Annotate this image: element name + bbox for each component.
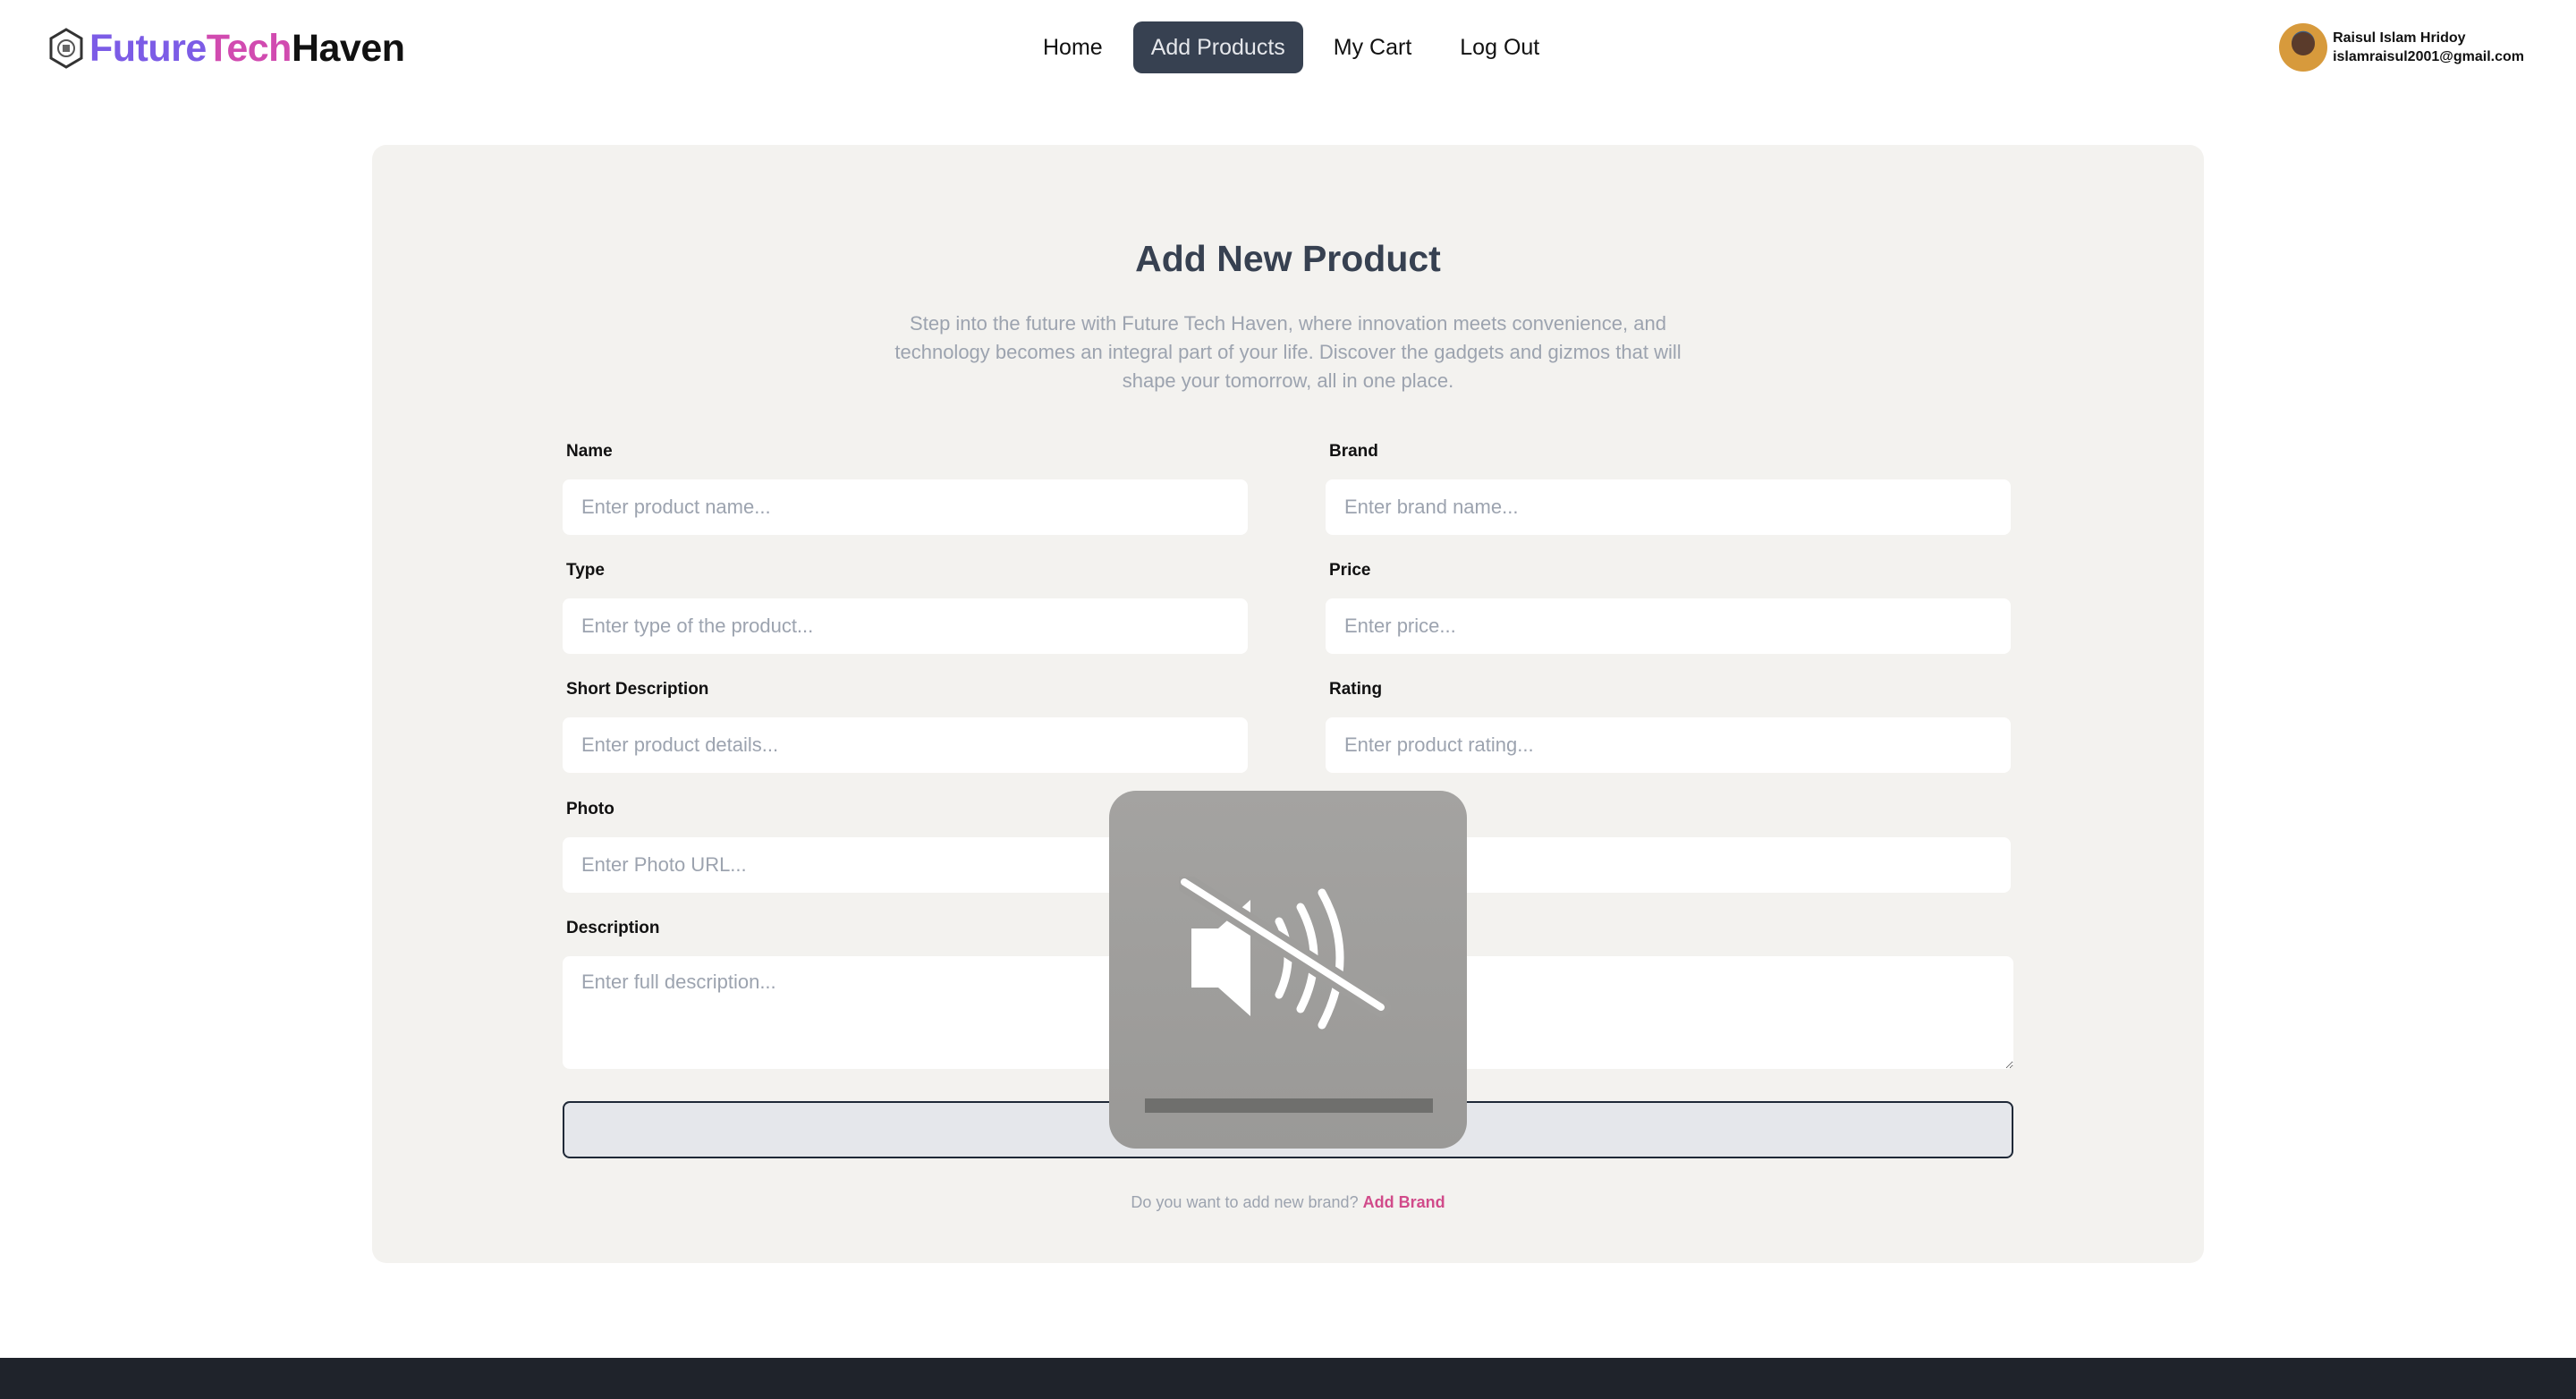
- type-label: Type: [566, 561, 605, 580]
- type-field-group: Type: [563, 561, 1248, 654]
- brand-field-group: Brand: [1326, 442, 2011, 535]
- volume-muted-overlay: [1109, 791, 1467, 1149]
- avatar[interactable]: [2279, 23, 2328, 72]
- user-profile[interactable]: Raisul Islam Hridoy islamraisul2001@gmai…: [2279, 23, 2524, 72]
- name-label: Name: [566, 442, 613, 461]
- add-brand-prompt: Do you want to add new brand? Add Brand: [372, 1193, 2204, 1212]
- short-description-field-group: Short Description: [563, 680, 1248, 773]
- nav-add-products[interactable]: Add Products: [1132, 21, 1303, 73]
- volume-level-bar: [1145, 1098, 1433, 1113]
- type-input[interactable]: [563, 598, 1248, 654]
- add-brand-link[interactable]: Add Brand: [1363, 1193, 1445, 1211]
- page-subtitle: Step into the future with Future Tech Ha…: [894, 312, 1682, 392]
- navbar: FutureTechHaven Home Add Products My Car…: [0, 0, 2576, 95]
- user-email: islamraisul2001@gmail.com: [2333, 49, 2524, 64]
- site-logo[interactable]: FutureTechHaven: [48, 25, 405, 72]
- logo-hexagon-icon: [49, 28, 83, 69]
- price-field-group: Price: [1326, 561, 2011, 654]
- add-brand-question: Do you want to add new brand?: [1131, 1193, 1359, 1211]
- main-nav: Home Add Products My Cart Log Out: [1025, 21, 1570, 73]
- short-description-label: Short Description: [566, 680, 709, 699]
- user-name: Raisul Islam Hridoy: [2333, 30, 2466, 46]
- speaker-muted-icon: [1179, 877, 1391, 1030]
- nav-my-cart[interactable]: My Cart: [1316, 21, 1430, 73]
- nav-log-out[interactable]: Log Out: [1442, 21, 1557, 73]
- nav-home[interactable]: Home: [1025, 21, 1121, 73]
- price-input[interactable]: [1326, 598, 2011, 654]
- user-info: Raisul Islam Hridoy islamraisul2001@gmai…: [2333, 29, 2524, 66]
- price-label: Price: [1329, 561, 1371, 580]
- rating-input[interactable]: [1326, 717, 2011, 773]
- page-footer: [0, 1358, 2576, 1399]
- brand-label: Brand: [1329, 442, 1378, 461]
- brand-input[interactable]: [1326, 479, 2011, 535]
- rating-label: Rating: [1329, 680, 1383, 699]
- name-input[interactable]: [563, 479, 1248, 535]
- short-description-input[interactable]: [563, 717, 1248, 773]
- page-title: Add New Product: [1135, 238, 1441, 279]
- name-field-group: Name: [563, 442, 1248, 535]
- logo-text: FutureTechHaven: [89, 26, 405, 70]
- rating-field-group: Rating: [1326, 680, 2011, 773]
